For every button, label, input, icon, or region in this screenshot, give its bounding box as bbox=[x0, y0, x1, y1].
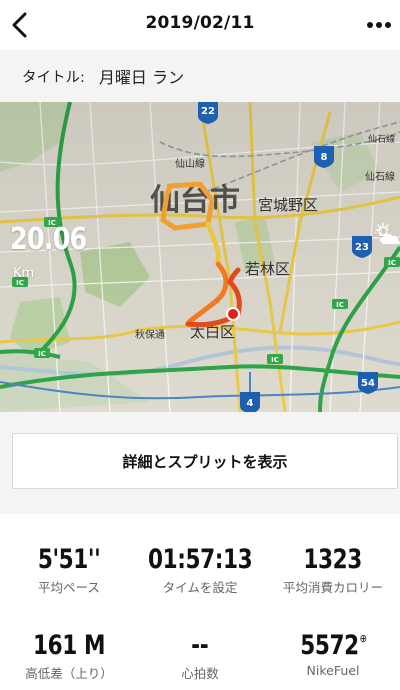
stat-value: 5'51'' bbox=[37, 544, 101, 575]
svg-text:4: 4 bbox=[247, 398, 254, 409]
ic-badge: IC bbox=[332, 299, 348, 309]
stat-label: 心拍数 bbox=[181, 666, 219, 681]
svg-text:IC: IC bbox=[336, 301, 344, 309]
stat-elevation-gain: 161 M 高低差（上り） bbox=[2, 630, 136, 682]
route-shield-23: 23 bbox=[352, 236, 372, 258]
partly-cloudy-night-icon bbox=[374, 222, 400, 244]
svg-text:IC: IC bbox=[388, 259, 396, 267]
svg-text:22: 22 bbox=[201, 106, 215, 117]
stat-label: 高低差（上り） bbox=[25, 666, 113, 681]
weather-indicator: -1° bbox=[374, 222, 400, 244]
stat-value: 5572⊕ bbox=[299, 630, 367, 661]
stat-avg-pace: 5'51'' 平均ペース bbox=[2, 544, 136, 596]
title-value: 月曜日 ラン bbox=[98, 68, 184, 87]
distance-unit: Km bbox=[13, 266, 35, 281]
stat-label: タイムを設定 bbox=[162, 580, 238, 595]
stat-value: -- bbox=[191, 630, 209, 661]
map-label-akiho: 秋保通 bbox=[135, 328, 165, 341]
map-label-miyagino: 宮城野区 bbox=[258, 196, 318, 214]
stat-value: 1323 bbox=[303, 544, 363, 575]
route-shield-4: 4 bbox=[240, 392, 260, 412]
ic-badge: IC bbox=[34, 348, 50, 358]
route-shield-54: 54 bbox=[358, 372, 378, 394]
route-map[interactable]: 仙台市 宮城野区 若林区 太白区 仙山線 仙石線 秋保通 仙石線 22 8 23 bbox=[0, 102, 400, 412]
more-horizontal-icon bbox=[367, 22, 391, 28]
title-label: タイトル: bbox=[22, 69, 85, 86]
stat-label: NikeFuel bbox=[306, 663, 360, 678]
page-title: 2019/02/11 bbox=[145, 13, 255, 33]
route-shield-8: 8 bbox=[314, 146, 334, 168]
stat-value: 01:57:13 bbox=[147, 544, 253, 575]
svg-text:8: 8 bbox=[321, 152, 328, 163]
map-canvas: 仙台市 宮城野区 若林区 太白区 仙山線 仙石線 秋保通 仙石線 22 8 23 bbox=[0, 102, 400, 412]
more-options-button[interactable] bbox=[366, 13, 392, 37]
stat-heart-rate: -- 心拍数 bbox=[133, 630, 267, 682]
navigation-bar: 2019/02/11 bbox=[0, 0, 400, 50]
stats-grid: 5'51'' 平均ペース 01:57:13 タイムを設定 1323 平均消費カロ… bbox=[0, 514, 400, 690]
svg-text:IC: IC bbox=[38, 350, 46, 358]
ic-badge: IC bbox=[384, 257, 400, 267]
stat-value: 161 M bbox=[32, 630, 106, 661]
map-label-sendai-line: 仙山線 bbox=[175, 157, 205, 170]
svg-text:23: 23 bbox=[355, 242, 369, 253]
distance-value: 20.06 bbox=[10, 222, 87, 257]
svg-text:54: 54 bbox=[361, 378, 375, 389]
stat-time: 01:57:13 タイムを設定 bbox=[133, 544, 267, 596]
activity-title-row[interactable]: タイトル: 月曜日 ラン bbox=[0, 50, 400, 102]
stat-calories: 1323 平均消費カロリー bbox=[266, 544, 400, 596]
map-label-senseki-line: 仙石線 bbox=[365, 170, 395, 183]
route-shield-22: 22 bbox=[198, 102, 218, 124]
view-details-splits-button[interactable]: 詳細とスプリットを表示 bbox=[12, 433, 398, 489]
stat-label: 平均消費カロリー bbox=[282, 580, 383, 595]
ic-badge: IC bbox=[267, 354, 283, 364]
map-label-senseki2: 仙石線 bbox=[368, 133, 395, 145]
map-label-wakabayashi: 若林区 bbox=[245, 260, 290, 278]
stat-nikefuel: 5572⊕ NikeFuel bbox=[266, 630, 400, 678]
stat-label: 平均ペース bbox=[38, 580, 100, 595]
svg-text:IC: IC bbox=[271, 356, 279, 364]
nikefuel-plus-icon: ⊕ bbox=[359, 632, 367, 645]
